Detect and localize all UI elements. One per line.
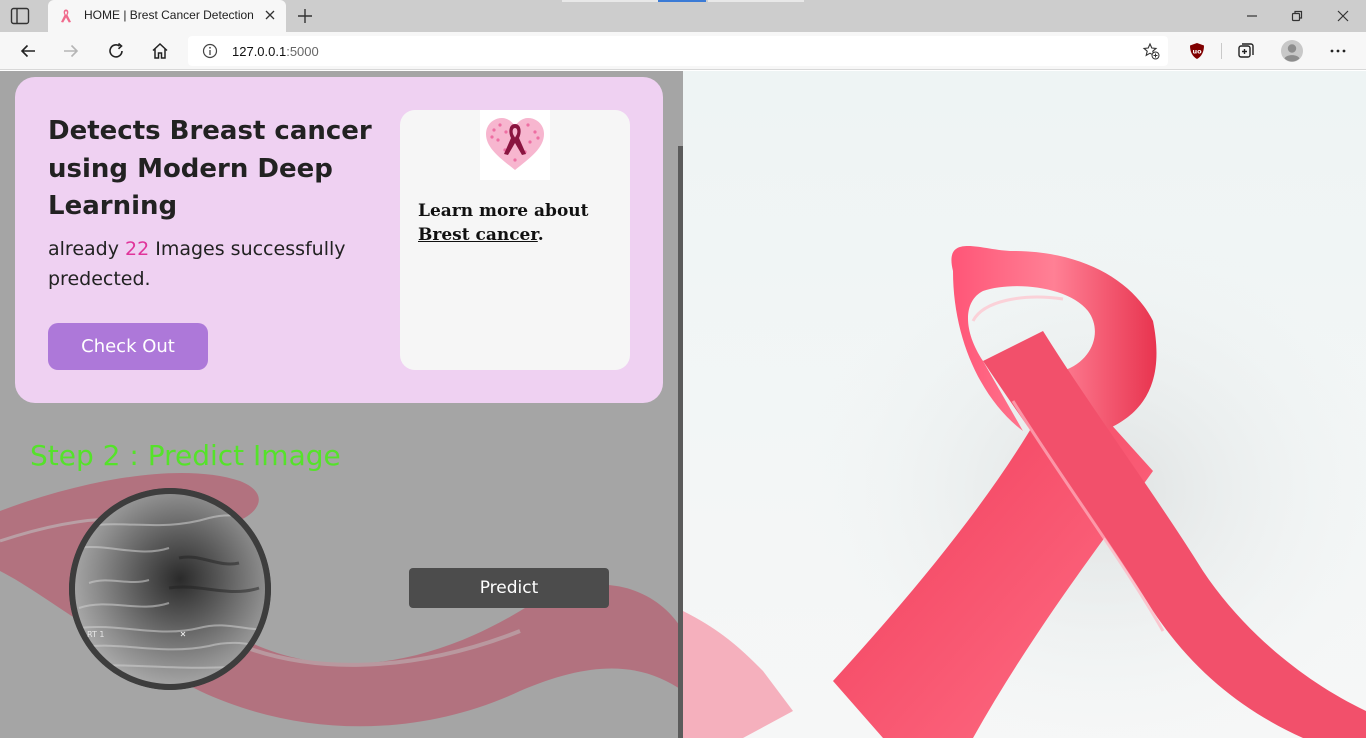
pink-ribbon-image [683, 231, 1366, 738]
tab-strip-highlight [562, 0, 658, 2]
browser-toolbar: 127.0.0.1:5000 uo [0, 32, 1366, 70]
info-card: Learn more about Brest cancer. [400, 110, 630, 370]
more-icon[interactable] [1328, 41, 1348, 61]
ultrasound-preview[interactable]: RT 1 [69, 488, 271, 690]
favorite-add-icon[interactable] [1142, 42, 1160, 60]
info-suffix: . [537, 225, 544, 245]
step-title: Step 2 : Predict Image [30, 439, 341, 472]
hero-title: Detects Breast cancer using Modern Deep … [48, 116, 372, 221]
ublock-icon[interactable]: uo [1187, 41, 1207, 61]
close-window-icon[interactable] [1335, 8, 1351, 24]
minimize-icon[interactable] [1244, 8, 1260, 24]
tab-strip: HOME | Brest Cancer Detection [0, 0, 1366, 32]
prediction-count: 22 [125, 238, 150, 260]
forward-icon[interactable] [61, 41, 81, 61]
browser-tab[interactable]: HOME | Brest Cancer Detection [48, 0, 286, 32]
page-viewport: Detects Breast cancer using Modern Deep … [0, 71, 1366, 738]
ribbon-favicon-icon [61, 9, 71, 23]
tab-strip-highlight-active [658, 0, 706, 2]
svg-text:uo: uo [1192, 48, 1202, 56]
back-icon[interactable] [18, 41, 38, 61]
tab-actions-icon[interactable] [10, 7, 30, 25]
predict-button[interactable]: Predict [409, 568, 609, 608]
address-bar[interactable]: 127.0.0.1:5000 [188, 36, 1168, 66]
brest-cancer-link[interactable]: Brest cancer [418, 225, 538, 245]
info-text: Learn more about Brest cancer. [418, 199, 618, 247]
url-host: 127.0.0.1 [232, 44, 287, 59]
panel-scroll-edge [678, 146, 683, 738]
info-icon[interactable] [202, 43, 218, 59]
refresh-icon[interactable] [106, 41, 126, 61]
stat-prefix: already [48, 238, 125, 260]
close-icon[interactable] [262, 7, 278, 23]
plus-icon[interactable] [296, 7, 314, 25]
hero-stat: already 22 Images successfully predected… [48, 234, 368, 294]
hero-card: Detects Breast cancer using Modern Deep … [15, 77, 663, 403]
tab-strip-highlight [708, 0, 804, 2]
toolbar-separator [1221, 43, 1222, 59]
scan-label: RT 1 [87, 630, 105, 639]
tab-title: HOME | Brest Cancer Detection [84, 8, 254, 22]
restore-icon[interactable] [1289, 8, 1305, 24]
profile-icon[interactable] [1280, 39, 1304, 63]
info-prefix: Learn more about [418, 201, 589, 221]
home-icon[interactable] [150, 41, 170, 61]
check-out-button[interactable]: Check Out [48, 323, 208, 370]
url-text: 127.0.0.1:5000 [232, 44, 319, 59]
collections-icon[interactable] [1236, 41, 1256, 61]
ribbon-photo [683, 71, 1366, 738]
ultrasound-image: RT 1 [69, 488, 271, 690]
url-port: :5000 [286, 44, 319, 59]
ribbon-heart-logo [480, 110, 550, 180]
